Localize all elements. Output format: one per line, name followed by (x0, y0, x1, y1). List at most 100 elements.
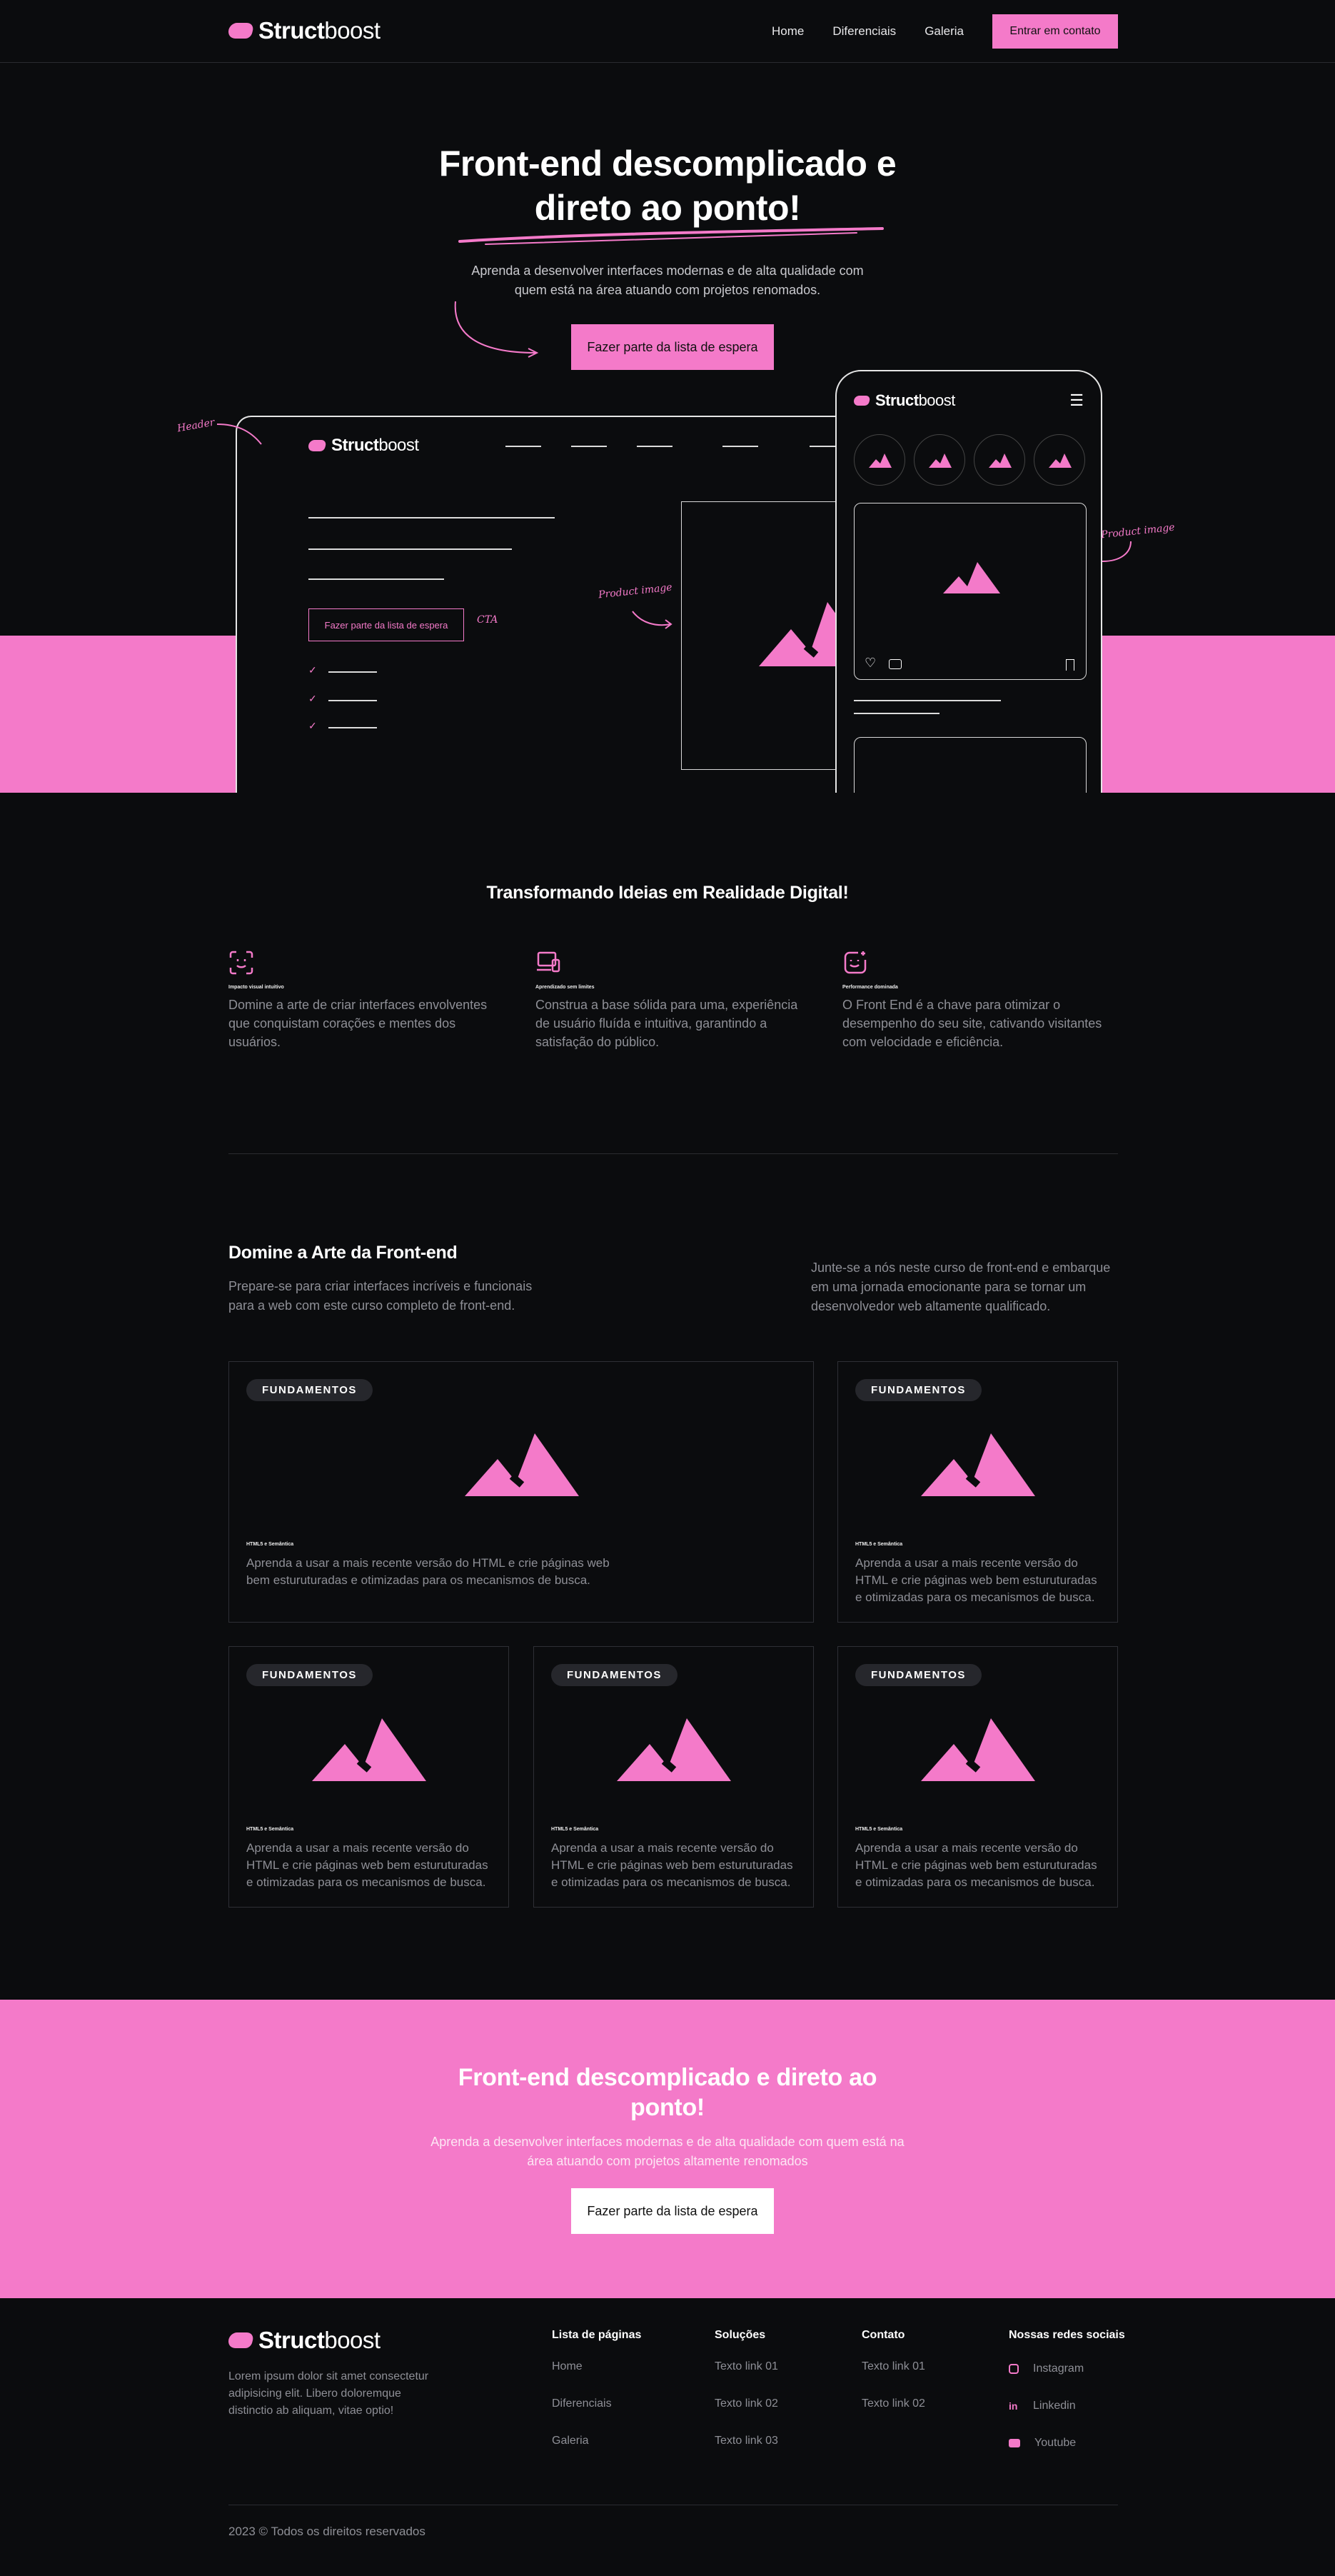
mock-list-line (328, 700, 377, 701)
logo[interactable]: Structboost (226, 17, 381, 44)
phone-mockup: Structboost ☰ ♡ (835, 370, 1102, 793)
footer-logo[interactable]: Structboost (226, 2327, 381, 2354)
course-card[interactable]: FUNDAMENTOS HTML5 e Semântica Aprenda a … (228, 1646, 509, 1908)
page: { "header": { "logo_bold": "Struct", "lo… (0, 0, 1335, 2576)
check-icon: ✓ (308, 664, 317, 676)
footer-link[interactable]: Galeria (552, 2435, 641, 2452)
feature-desc: Domine a arte de criar interfaces envolv… (228, 998, 488, 1049)
face-scan-icon (229, 951, 253, 975)
image-placeholder-icon (617, 1718, 731, 1781)
cta-subtitle: Aprenda a desenvolver interfaces moderna… (430, 2135, 905, 2168)
social-link-youtube[interactable]: Youtube (1009, 2435, 1125, 2452)
phone-post-card: ♡ (854, 503, 1087, 680)
card-desc: Aprenda a usar a mais recente versão do … (551, 1841, 793, 1889)
course-side-text: Junte-se a nós neste curso de front-end … (811, 1261, 1111, 1313)
phone-logo-blob-icon (852, 396, 871, 406)
cta-title-line2: ponto! (630, 2094, 705, 2121)
phone-logo-bold: Struct (875, 391, 919, 409)
sparkle-smile-icon (844, 951, 867, 974)
image-placeholder-icon (943, 562, 1000, 593)
check-icon: ✓ (308, 720, 317, 731)
footer-link[interactable]: Texto link 02 (715, 2397, 778, 2415)
annotation-arrow-icon (632, 611, 672, 629)
mock-logo-light: boost (378, 436, 419, 455)
card-title: HTML5 e Semântica (855, 1827, 903, 1832)
card-badge: FUNDAMENTOS (246, 1664, 373, 1686)
menu-icon: ☰ (1069, 391, 1084, 409)
footer-link[interactable]: Diferenciais (552, 2397, 641, 2415)
image-placeholder-icon (312, 1718, 426, 1781)
pink-band-left (0, 636, 236, 793)
comment-icon (889, 659, 902, 669)
footer-about: Lorem ipsum dolor sit amet consectetur a… (228, 2370, 429, 2417)
nav-galeria[interactable]: Galeria (925, 24, 964, 39)
cta-title: Front-end descomplicado e direto ao pont… (0, 2063, 1335, 2123)
social-link-linkedin[interactable]: in Linkedin (1009, 2397, 1125, 2415)
mock-logo-blob-icon (307, 440, 327, 451)
mock-list-line (328, 671, 377, 673)
feature-item: Performance dominada O Front End é a cha… (842, 950, 1110, 1051)
footer-column-title: Soluções (715, 2329, 766, 2341)
course-card[interactable]: FUNDAMENTOS HTML5 e Semântica Aprenda a … (837, 1646, 1118, 1908)
footer-column-solutions: Soluções Texto link 01 Texto link 02 Tex… (715, 2329, 778, 2472)
mock-nav-line (722, 446, 758, 447)
footer-logo-light: boost (324, 2327, 381, 2353)
phone-logo-light: boost (918, 391, 956, 409)
youtube-icon (1009, 2439, 1020, 2447)
footer-column-title: Contato (862, 2329, 905, 2341)
contact-button[interactable]: Entrar em contato (992, 14, 1118, 49)
footer-column-contact: Contato Texto link 01 Texto link 02 (862, 2329, 925, 2435)
curved-arrow-icon (454, 301, 539, 358)
course-card[interactable]: FUNDAMENTOS HTML5 e Semântica Aprenda a … (837, 1361, 1118, 1623)
footer-column-social: Nossas redes sociais Instagram in Linked… (1009, 2329, 1125, 2472)
cta-title-line1: Front-end descomplicado e direto ao (458, 2064, 877, 2091)
footer-link[interactable]: Texto link 02 (862, 2397, 925, 2415)
logo-blob-icon (226, 23, 255, 39)
footer-column-title: Lista de páginas (552, 2329, 642, 2341)
footer-logo-blob-icon (226, 2332, 255, 2348)
cta-section: Front-end descomplicado e direto ao pont… (0, 2000, 1335, 2298)
logo-bold-text: Struct (258, 17, 325, 44)
course-subtitle: Prepare-se para criar interfaces incríve… (228, 1279, 533, 1313)
main-nav: Home Diferenciais Galeria Entrar em cont… (772, 14, 1118, 49)
course-card[interactable]: FUNDAMENTOS HTML5 e Semântica Aprenda a … (228, 1361, 814, 1623)
phone-logo: Structboost (852, 391, 956, 410)
social-label: Youtube (1034, 2437, 1077, 2449)
image-placeholder-icon (465, 1433, 579, 1496)
footer-link[interactable]: Home (552, 2360, 641, 2377)
phone-text-line (854, 713, 939, 714)
footer-link[interactable]: Texto link 03 (715, 2435, 778, 2452)
story-circle (974, 434, 1025, 486)
card-title: HTML5 e Semântica (246, 1542, 294, 1547)
course-card[interactable]: FUNDAMENTOS HTML5 e Semântica Aprenda a … (533, 1646, 814, 1908)
nav-home[interactable]: Home (772, 24, 804, 39)
feature-desc: Construa a base sólida para uma, experiê… (535, 998, 798, 1049)
social-link-instagram[interactable]: Instagram (1009, 2360, 1125, 2377)
cta-waitlist-button[interactable]: Fazer parte da lista de espera (571, 2188, 774, 2234)
card-desc: Aprenda a usar a mais recente versão do … (855, 1841, 1097, 1889)
hero-subtitle: Aprenda a desenvolver interfaces moderna… (471, 264, 864, 297)
card-badge: FUNDAMENTOS (855, 1379, 982, 1401)
hero-waitlist-button[interactable]: Fazer parte da lista de espera (571, 324, 774, 370)
phone-post-card-2 (854, 737, 1087, 793)
footer-link[interactable]: Texto link 01 (862, 2360, 925, 2377)
story-circle (854, 434, 905, 486)
card-title: HTML5 e Semântica (855, 1542, 903, 1547)
footer-link[interactable]: Texto link 01 (715, 2360, 778, 2377)
social-label: Linkedin (1033, 2400, 1076, 2412)
feature-item: Impacto visual intuitivo Domine a arte d… (228, 950, 496, 1051)
mock-text-line (308, 548, 512, 550)
course-title: Domine a Arte da Front-end (228, 1243, 458, 1263)
annotation-arrow-icon (1102, 541, 1132, 562)
hero-title-line2: direto ao ponto! (534, 188, 801, 228)
footer-column-title: Nossas redes sociais (1009, 2329, 1125, 2341)
linkedin-icon: in (1009, 2400, 1018, 2412)
story-circle (914, 434, 965, 486)
nav-diferenciais[interactable]: Diferenciais (832, 24, 896, 39)
mock-nav-line (505, 446, 541, 447)
card-badge: FUNDAMENTOS (246, 1379, 373, 1401)
mock-cta-button: Fazer parte da lista de espera (308, 608, 464, 641)
feature-title: Aprendizado sem limites (535, 985, 595, 990)
card-desc: Aprenda a usar a mais recente versão do … (246, 1556, 610, 1587)
annotation-cta: CTA (477, 614, 498, 626)
